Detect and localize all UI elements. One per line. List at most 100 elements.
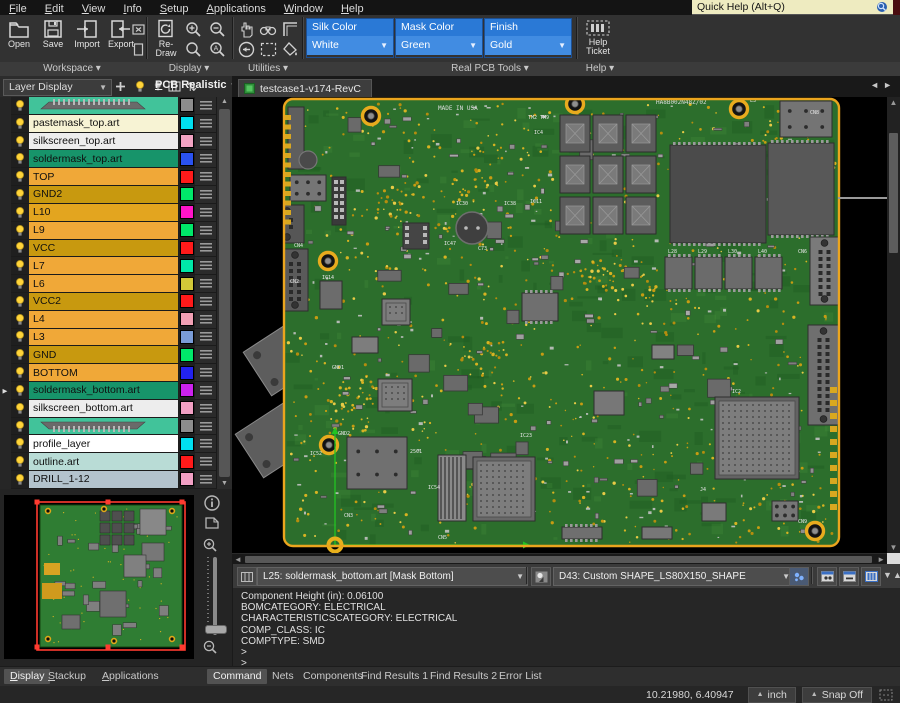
layer-row-profile_layer[interactable]: profile_layer bbox=[11, 435, 216, 453]
layer-visibility-bulb-icon[interactable] bbox=[11, 275, 29, 292]
layer-color-swatch[interactable] bbox=[178, 222, 195, 239]
page-flip-icon[interactable] bbox=[204, 515, 221, 535]
quick-help-bar[interactable]: Quick Help (Alt+Q) bbox=[692, 0, 893, 15]
layer-color-swatch[interactable] bbox=[178, 311, 195, 328]
layer-options-icon[interactable] bbox=[195, 150, 216, 167]
expand-console-icon[interactable]: ▲ bbox=[893, 570, 900, 580]
layer-visibility-bulb-icon[interactable] bbox=[11, 364, 29, 381]
info-icon[interactable] bbox=[204, 495, 220, 516]
layer-visibility-bulb-icon[interactable] bbox=[11, 400, 29, 417]
layer-visibility-bulb-icon[interactable] bbox=[11, 453, 29, 470]
layer-visibility-bulb-icon[interactable] bbox=[11, 222, 29, 239]
layer-row-outline.art[interactable]: outline.art bbox=[11, 453, 216, 471]
layer-color-swatch[interactable] bbox=[178, 133, 195, 150]
layer-color-swatch[interactable] bbox=[178, 329, 195, 346]
layer-visibility-bulb-icon[interactable] bbox=[11, 115, 29, 132]
layer-name[interactable]: BOTTOM bbox=[29, 364, 178, 381]
layer-color-swatch[interactable] bbox=[178, 346, 195, 363]
layer-color-swatch[interactable] bbox=[178, 204, 195, 221]
layer-color-swatch[interactable] bbox=[178, 471, 195, 488]
layer-options-icon[interactable] bbox=[195, 240, 216, 257]
layer-row-GND[interactable]: GND bbox=[11, 346, 216, 364]
open-button[interactable]: Open bbox=[2, 18, 36, 59]
layer-row-silkscreen_bottom.art[interactable]: silkscreen_bottom.art bbox=[11, 400, 216, 418]
shade-tool-button[interactable] bbox=[280, 39, 300, 59]
zoom-slider-handle[interactable] bbox=[205, 625, 227, 634]
layer-visibility-bulb-icon[interactable] bbox=[11, 240, 29, 257]
redraw-button[interactable]: Re- Draw bbox=[150, 18, 182, 59]
layer-row-L3[interactable]: L3 bbox=[11, 329, 216, 347]
layer-color-swatch[interactable] bbox=[178, 186, 195, 203]
layer-row-GND2[interactable]: GND2 bbox=[11, 186, 216, 204]
layer-visibility-bulb-icon[interactable] bbox=[11, 471, 29, 488]
finish-dropdown[interactable]: Finish Gold▼ bbox=[484, 18, 572, 58]
layer-options-icon[interactable] bbox=[195, 186, 216, 203]
zoom-all-button[interactable]: A bbox=[208, 39, 228, 59]
layer-options-icon[interactable] bbox=[195, 275, 216, 292]
layer-name[interactable]: silkscreen_bottom.art bbox=[29, 400, 178, 417]
layer-options-icon[interactable] bbox=[195, 115, 216, 132]
shape-tool-icon-button[interactable] bbox=[531, 567, 551, 586]
layer-select-icon-button[interactable] bbox=[237, 567, 257, 586]
layer-color-swatch[interactable] bbox=[178, 115, 195, 132]
layer-options-icon[interactable] bbox=[195, 168, 216, 185]
real-pcb-tools-group-label[interactable]: Real PCB Tools ▾ bbox=[400, 62, 580, 76]
layer-options-icon[interactable] bbox=[195, 346, 216, 363]
layer-color-swatch[interactable] bbox=[178, 275, 195, 292]
select-tool-button[interactable] bbox=[236, 19, 256, 39]
layer-options-icon[interactable] bbox=[195, 293, 216, 310]
layer-row-L9[interactable]: L9 bbox=[11, 222, 216, 240]
collapse-console-icon[interactable]: ▼ bbox=[883, 570, 892, 580]
tab-command[interactable]: Command bbox=[207, 669, 267, 684]
layer-name[interactable]: L3 bbox=[29, 329, 178, 346]
layer-name[interactable]: GND bbox=[29, 346, 178, 363]
columns-window-button[interactable] bbox=[861, 567, 881, 586]
layer-visibility-bulb-icon[interactable] bbox=[11, 150, 29, 167]
layer-visibility-bulb-icon[interactable] bbox=[11, 186, 29, 203]
units-button[interactable]: ▲inch bbox=[748, 687, 796, 703]
minimize-window-button[interactable] bbox=[839, 567, 859, 586]
scroll-up-icon[interactable]: ▲ bbox=[217, 97, 232, 107]
layer-name[interactable]: L4 bbox=[29, 311, 178, 328]
find-tool-button[interactable] bbox=[258, 19, 278, 39]
hscroll-thumb[interactable] bbox=[245, 556, 872, 563]
layer-row-graphic-bottom[interactable] bbox=[11, 418, 216, 436]
tab-stackup[interactable]: Stackup bbox=[42, 669, 92, 684]
layer-name[interactable]: VCC2 bbox=[29, 293, 178, 310]
layer-name[interactable]: L6 bbox=[29, 275, 178, 292]
display-group-label[interactable]: Display ▾ bbox=[146, 62, 232, 76]
help-group-label[interactable]: Help ▾ bbox=[578, 62, 622, 76]
layer-scrollbar-thumb[interactable] bbox=[219, 109, 230, 477]
layer-options-icon[interactable] bbox=[195, 435, 216, 452]
layer-row-VCC2[interactable]: VCC2 bbox=[11, 293, 216, 311]
pcb-realistic-mode-dropdown[interactable]: PCB Realistic ▼ bbox=[155, 79, 238, 91]
tab-scroll-arrows[interactable]: ◄► bbox=[870, 80, 896, 90]
command-console-output[interactable]: Component Height (in): 0.06100BOMCATEGOR… bbox=[233, 588, 900, 666]
layer-visibility-bulb-icon[interactable] bbox=[11, 346, 29, 363]
layer-name[interactable]: soldermask_top.art bbox=[29, 150, 178, 167]
layer-row-graphic-top[interactable] bbox=[11, 97, 216, 115]
layer-options-icon[interactable] bbox=[195, 97, 216, 114]
layer-options-icon[interactable] bbox=[195, 329, 216, 346]
layer-list-scrollbar[interactable]: ▲ ▼ bbox=[216, 97, 232, 489]
layer-row-VCC[interactable]: VCC bbox=[11, 240, 216, 258]
all-layers-on-icon[interactable] bbox=[132, 78, 148, 95]
layer-color-swatch[interactable] bbox=[178, 435, 195, 452]
layer-visibility-bulb-icon[interactable] bbox=[11, 418, 29, 435]
layer-row-DRILL_1-12[interactable]: DRILL_1-12 bbox=[11, 471, 216, 489]
add-layer-icon[interactable] bbox=[112, 78, 128, 95]
scroll-down-icon[interactable]: ▼ bbox=[217, 479, 232, 489]
layer-name[interactable]: profile_layer bbox=[29, 435, 178, 452]
snap-button[interactable]: ▲Snap Off bbox=[802, 687, 872, 703]
silk-color-dropdown[interactable]: Silk Color White▼ bbox=[306, 18, 394, 58]
layer-name[interactable]: L7 bbox=[29, 257, 178, 274]
layer-name[interactable] bbox=[29, 418, 178, 435]
layer-color-swatch[interactable] bbox=[178, 364, 195, 381]
layer-name[interactable]: GND2 bbox=[29, 186, 178, 203]
layer-visibility-bulb-icon[interactable] bbox=[11, 293, 29, 310]
layer-options-icon[interactable] bbox=[195, 418, 216, 435]
layer-color-swatch[interactable] bbox=[178, 97, 195, 114]
import-button[interactable]: Import bbox=[70, 18, 104, 59]
minimap-view[interactable] bbox=[4, 495, 194, 659]
layer-name[interactable] bbox=[29, 97, 178, 114]
